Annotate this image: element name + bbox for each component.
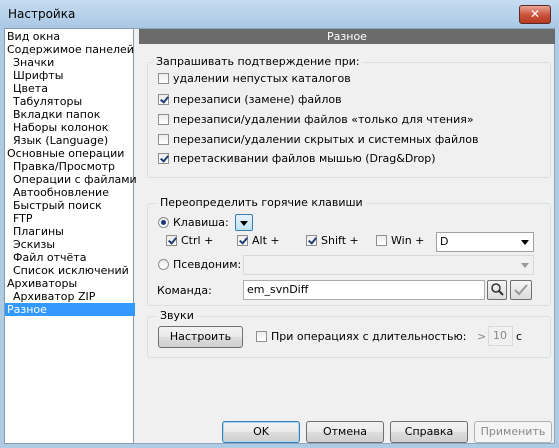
close-button[interactable]: ✕ (519, 5, 551, 24)
tree-item-fonts[interactable]: Шрифты (13, 69, 63, 82)
alias-combo[interactable] (243, 255, 534, 275)
chevron-down-icon (521, 263, 529, 268)
confirm-delete-nonempty-label[interactable]: удалении непустых каталогов (173, 72, 351, 85)
sounds-legend: Звуки (157, 309, 197, 322)
shift-checkbox[interactable] (306, 235, 317, 246)
ctrl-label[interactable]: Ctrl + (181, 234, 213, 247)
key-dropdown-button[interactable] (235, 214, 253, 231)
tree-item-archivers[interactable]: Архиваторы (7, 277, 77, 290)
apply-button[interactable]: Применить (474, 421, 552, 443)
confirm-hidden-checkbox[interactable] (158, 134, 169, 145)
tree-item-icons[interactable]: Значки (13, 56, 54, 69)
key-radio[interactable] (158, 217, 169, 228)
alias-radio[interactable] (158, 259, 169, 270)
confirm-overwrite-checkbox[interactable] (158, 94, 169, 105)
magnifier-icon (491, 283, 504, 296)
key-radio-label[interactable]: Клавиша: (173, 216, 229, 229)
help-button[interactable]: Справка (390, 421, 468, 443)
checkmark-icon (514, 284, 528, 296)
tree-item-thumbnails[interactable]: Эскизы (13, 238, 55, 251)
tree-item-language[interactable]: Язык (Language) (13, 134, 108, 147)
duration-unit: с (516, 330, 523, 343)
duration-seconds-input[interactable]: 10 (488, 326, 513, 346)
tree-item-colors[interactable]: Цвета (13, 82, 48, 95)
cancel-button[interactable]: Отмена (306, 421, 384, 443)
ok-button[interactable]: OK (222, 421, 300, 443)
page-header: Разное (139, 29, 555, 44)
tree-item-exclusions[interactable]: Список исключений (13, 264, 129, 277)
duration-prefix: > (477, 330, 487, 343)
ctrl-checkbox[interactable] (166, 235, 177, 246)
win-label[interactable]: Win + (391, 234, 424, 247)
alt-checkbox[interactable] (237, 235, 248, 246)
tree-item-panel-content[interactable]: Содержимое панелей (7, 43, 134, 56)
command-label: Команда: (157, 284, 212, 297)
chevron-down-icon (240, 221, 248, 226)
tree-item-tabstops[interactable]: Табуляторы (13, 95, 82, 108)
tree-item-quick-search[interactable]: Быстрый поиск (13, 199, 102, 212)
confirm-delete-nonempty-checkbox[interactable] (158, 73, 169, 84)
duration-label[interactable]: При операциях с длительностью: (271, 330, 466, 343)
alt-label[interactable]: Alt + (252, 234, 280, 247)
tree-item-ftp[interactable]: FTP (13, 212, 33, 225)
configure-sounds-button[interactable]: Настроить (158, 326, 243, 348)
title-bar (0, 0, 559, 28)
confirm-overwrite-label[interactable]: перезаписи (замене) файлов (173, 93, 342, 106)
tree-item-view[interactable]: Вид окна (7, 30, 60, 43)
tree-item-folder-tabs[interactable]: Вкладки папок (13, 108, 100, 121)
confirm-dragdrop-checkbox[interactable] (158, 153, 169, 164)
settings-tree[interactable]: Вид окна Содержимое панелей Значки Шрифт… (4, 28, 137, 444)
confirm-dragdrop-label[interactable]: перетаскивании файлов мышью (Drag&Drop) (173, 152, 436, 165)
tree-item-column-sets[interactable]: Наборы колонок (13, 121, 108, 134)
window-title: Настройка (8, 7, 76, 21)
tree-item-zip[interactable]: Архиватор ZIP (13, 290, 95, 303)
tree-item-plugins[interactable]: Плагины (13, 225, 64, 238)
tree-item-autorefresh[interactable]: Автообновление (13, 186, 109, 199)
alias-radio-label[interactable]: Псевдоним: (173, 258, 241, 271)
key-select[interactable]: D (436, 232, 534, 252)
confirm-legend: Запрашивать подтверждение при: (153, 55, 363, 68)
tree-item-log-file[interactable]: Файл отчёта (13, 251, 86, 264)
duration-checkbox[interactable] (256, 331, 267, 342)
chevron-down-icon (521, 240, 529, 245)
confirm-readonly-checkbox[interactable] (158, 114, 169, 125)
command-search-button[interactable] (487, 280, 507, 300)
command-apply-button[interactable] (510, 280, 532, 300)
shift-label[interactable]: Shift + (321, 234, 359, 247)
confirm-readonly-label[interactable]: перезаписи/удалении файлов «только для ч… (173, 113, 474, 126)
tree-item-basic-ops[interactable]: Основные операции (7, 147, 124, 160)
tree-item-file-ops[interactable]: Операции с файлами (13, 173, 137, 186)
confirm-hidden-label[interactable]: перезаписи/удалении скрытых и системных … (173, 133, 478, 146)
command-input[interactable]: em_svnDiff (243, 280, 485, 300)
win-checkbox[interactable] (376, 235, 387, 246)
tree-item-edit-view[interactable]: Правка/Просмотр (13, 160, 115, 173)
hotkeys-legend: Переопределить горячие клавиши (157, 196, 366, 209)
key-select-value: D (440, 235, 449, 248)
tree-item-misc[interactable]: Разное (5, 303, 135, 316)
